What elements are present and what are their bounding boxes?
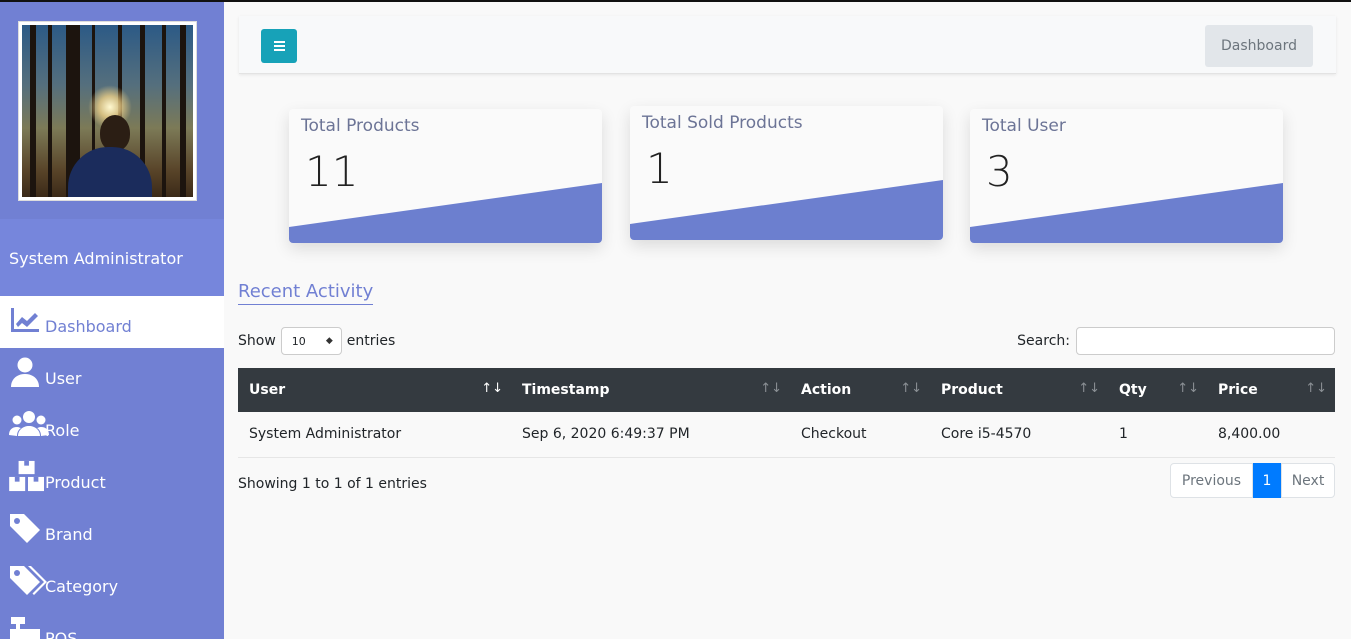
sort-icon: ↑↓: [760, 381, 782, 396]
entries-length-control: Show 10 ◆ entries: [238, 327, 395, 355]
recent-activity-title: Recent Activity: [238, 281, 374, 305]
stat-title: Total User: [982, 116, 1066, 136]
sidebar: System Administrator Dashboard User Role…: [0, 2, 224, 639]
stat-value: 1: [646, 144, 673, 193]
cell-qty: 1: [1119, 426, 1128, 443]
cell-timestamp: Sep 6, 2020 6:49:37 PM: [522, 426, 690, 443]
column-header-action[interactable]: Action ↑↓: [790, 368, 930, 412]
stat-title: Total Products: [301, 116, 420, 136]
sort-icon: ↑↓: [1305, 381, 1327, 396]
sidebar-item-dashboard[interactable]: Dashboard: [0, 296, 224, 348]
column-header-user[interactable]: User ↑↓: [238, 368, 511, 412]
pagination: Previous 1 Next: [1170, 463, 1335, 498]
stat-value: 3: [986, 147, 1013, 196]
stat-card-total-user: Total User 3: [970, 109, 1283, 243]
sort-icon: ↑↓: [481, 381, 503, 396]
sidebar-item-label: Brand: [45, 525, 93, 544]
sidebar-item-label: Product: [45, 473, 106, 492]
sort-icon: ↑↓: [900, 381, 922, 396]
previous-page-button[interactable]: Previous: [1170, 463, 1253, 498]
sidebar-item-brand[interactable]: Brand: [0, 504, 224, 556]
activity-table: User ↑↓ Timestamp ↑↓ Action ↑↓ Product ↑↓ Qt…: [238, 368, 1335, 458]
breadcrumb[interactable]: Dashboard: [1205, 25, 1313, 67]
boxes-icon: [9, 460, 44, 492]
tags-icon: [9, 564, 47, 596]
user-icon: [9, 356, 41, 388]
stat-value: 11: [305, 147, 359, 196]
show-label: Show: [238, 333, 276, 349]
table-info: Showing 1 to 1 of 1 entries: [238, 476, 427, 492]
search-input[interactable]: [1076, 327, 1335, 355]
sidebar-item-pos[interactable]: POS: [0, 608, 224, 639]
sidebar-item-label: POS: [45, 629, 78, 639]
page-size-select[interactable]: 10 ◆: [280, 327, 342, 355]
table-row: System Administrator Sep 6, 2020 6:49:37…: [238, 412, 1335, 457]
cell-user: System Administrator: [249, 426, 402, 443]
column-header-qty[interactable]: Qty ↑↓: [1108, 368, 1207, 412]
profile-photo: [22, 25, 193, 197]
avatar: [18, 21, 197, 201]
sort-icon: ↑↓: [1177, 381, 1199, 396]
select-caret-icon: ◆: [325, 336, 333, 346]
stat-card-total-products: Total Products 11: [289, 109, 602, 243]
next-page-button[interactable]: Next: [1281, 463, 1335, 498]
page-1-button[interactable]: 1: [1253, 463, 1281, 498]
column-header-price[interactable]: Price ↑↓: [1207, 368, 1335, 412]
table-search: Search:: [1017, 327, 1335, 355]
sidebar-toggle-button[interactable]: [261, 29, 297, 63]
tag-icon: [9, 512, 41, 544]
cell-price: 8,400.00: [1218, 426, 1281, 443]
sidebar-item-label: Role: [45, 421, 80, 440]
stat-card-total-sold-products: Total Sold Products 1: [630, 106, 943, 240]
sidebar-item-label: Dashboard: [45, 317, 132, 336]
column-header-timestamp[interactable]: Timestamp ↑↓: [511, 368, 790, 412]
sort-icon: ↑↓: [1078, 381, 1100, 396]
sidebar-item-category[interactable]: Category: [0, 556, 224, 608]
users-icon: [9, 408, 49, 440]
sidebar-item-user[interactable]: User: [0, 348, 224, 400]
top-navbar: Dashboard: [239, 16, 1336, 74]
search-label: Search:: [1017, 333, 1070, 349]
sidebar-item-product[interactable]: Product: [0, 452, 224, 504]
sidebar-user-name: System Administrator: [9, 249, 183, 268]
cash-register-icon: [9, 616, 41, 639]
column-header-product[interactable]: Product ↑↓: [930, 368, 1108, 412]
cell-action: Checkout: [801, 426, 867, 443]
bars-icon: [273, 45, 285, 47]
page-size-value: 10: [291, 334, 306, 348]
sidebar-nav: Dashboard User Role Product Brand Catego…: [0, 296, 224, 639]
table-header-row: User ↑↓ Timestamp ↑↓ Action ↑↓ Product ↑↓ Qt…: [238, 368, 1335, 412]
sidebar-item-label: User: [45, 369, 82, 388]
entries-label: entries: [346, 333, 396, 349]
cell-product: Core i5-4570: [941, 426, 1032, 443]
stat-title: Total Sold Products: [642, 113, 803, 133]
sidebar-item-role[interactable]: Role: [0, 400, 224, 452]
sidebar-item-label: Category: [45, 577, 119, 596]
chart-line-icon: [9, 304, 41, 336]
